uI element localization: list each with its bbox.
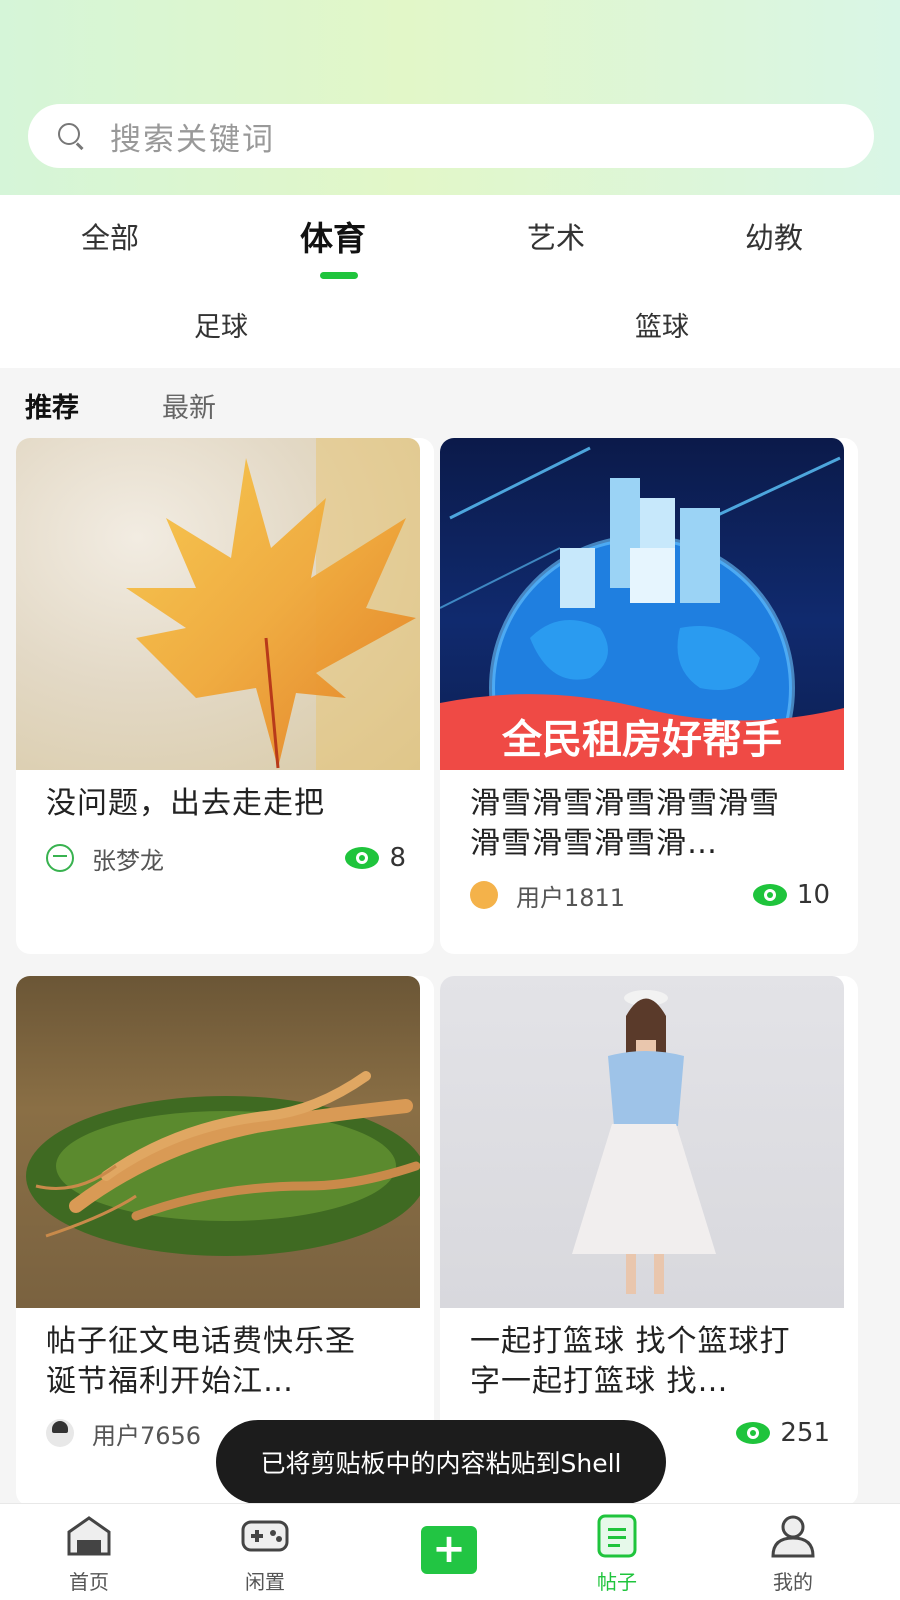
author-name: 用户1811: [516, 883, 626, 912]
post-icon: [593, 1514, 641, 1558]
tab-all[interactable]: 全部: [81, 215, 139, 257]
view-count: 8: [345, 843, 406, 873]
author-name: 张梦龙: [92, 846, 164, 875]
header: 搜索关键词: [0, 0, 900, 195]
avatar: [46, 1419, 74, 1447]
bottom-tabbar: 首页 闲置 + 帖子 我的: [0, 1503, 900, 1600]
banner-text: 全民租房好帮手: [501, 717, 782, 763]
search-icon: [56, 121, 86, 151]
view-count: 10: [752, 880, 830, 910]
post-image-maple-leaf: [16, 438, 420, 770]
home-icon: [65, 1514, 113, 1558]
tab-sports[interactable]: 体育: [300, 212, 366, 260]
avatar: [470, 881, 498, 909]
user-icon: [769, 1514, 817, 1558]
search-bar[interactable]: 搜索关键词: [28, 104, 874, 168]
post-title: 一起打篮球 找个篮球打字一起打篮球 找…: [470, 1324, 791, 1399]
sort-latest[interactable]: 最新: [162, 386, 216, 425]
eye-icon: [345, 847, 380, 869]
post-meta: 用户1811 10: [470, 878, 830, 912]
post-image-fashion-model: [440, 976, 844, 1308]
post-title: 滑雪滑雪滑雪滑雪滑雪滑雪滑雪滑雪滑…: [470, 786, 780, 861]
post-image-ginseng: [16, 976, 420, 1308]
tabbar-label: 首页: [69, 1570, 109, 1594]
tabbar-item-mine[interactable]: 我的: [753, 1514, 833, 1595]
subtab-basketball[interactable]: 篮球: [635, 305, 689, 344]
tab-art[interactable]: 艺术: [527, 215, 585, 257]
sort-recommend[interactable]: 推荐: [25, 386, 79, 425]
avatar: [46, 844, 74, 872]
tabbar-label: 我的: [773, 1570, 813, 1594]
post-title: 帖子征文电话费快乐圣诞节福利开始江…: [46, 1324, 356, 1399]
post-card[interactable]: 全民租房好帮手 滑雪滑雪滑雪滑雪滑雪滑雪滑雪滑雪滑… 用户1811 10: [440, 438, 858, 954]
tab-preschool[interactable]: 幼教: [745, 215, 803, 257]
active-tab-indicator: [320, 272, 358, 279]
subtab-football[interactable]: 足球: [194, 305, 248, 344]
post-title: 没问题，出去走走把: [46, 786, 325, 821]
plus-icon[interactable]: +: [421, 1526, 477, 1574]
tabbar-item-posts[interactable]: 帖子: [577, 1514, 657, 1595]
post-card[interactable]: 没问题，出去走走把 张梦龙 8: [16, 438, 434, 954]
post-meta: 张梦龙 8: [46, 841, 406, 875]
tabbar-item-idle[interactable]: 闲置: [225, 1514, 305, 1595]
post-image-city-globe: 全民租房好帮手: [440, 438, 844, 770]
eye-icon: [736, 1422, 771, 1444]
view-count: 251: [736, 1418, 830, 1448]
gamepad-icon: [241, 1514, 289, 1558]
tabbar-label: 帖子: [597, 1570, 637, 1594]
eye-icon: [752, 884, 787, 906]
category-tabs: 全部 体育 艺术 幼教 足球 篮球: [0, 195, 900, 368]
tabbar-label: 闲置: [245, 1570, 285, 1594]
tabbar-item-home[interactable]: 首页: [49, 1514, 129, 1595]
clipboard-toast: 已将剪贴板中的内容粘贴到Shell: [216, 1420, 666, 1504]
search-placeholder: 搜索关键词: [110, 121, 275, 158]
